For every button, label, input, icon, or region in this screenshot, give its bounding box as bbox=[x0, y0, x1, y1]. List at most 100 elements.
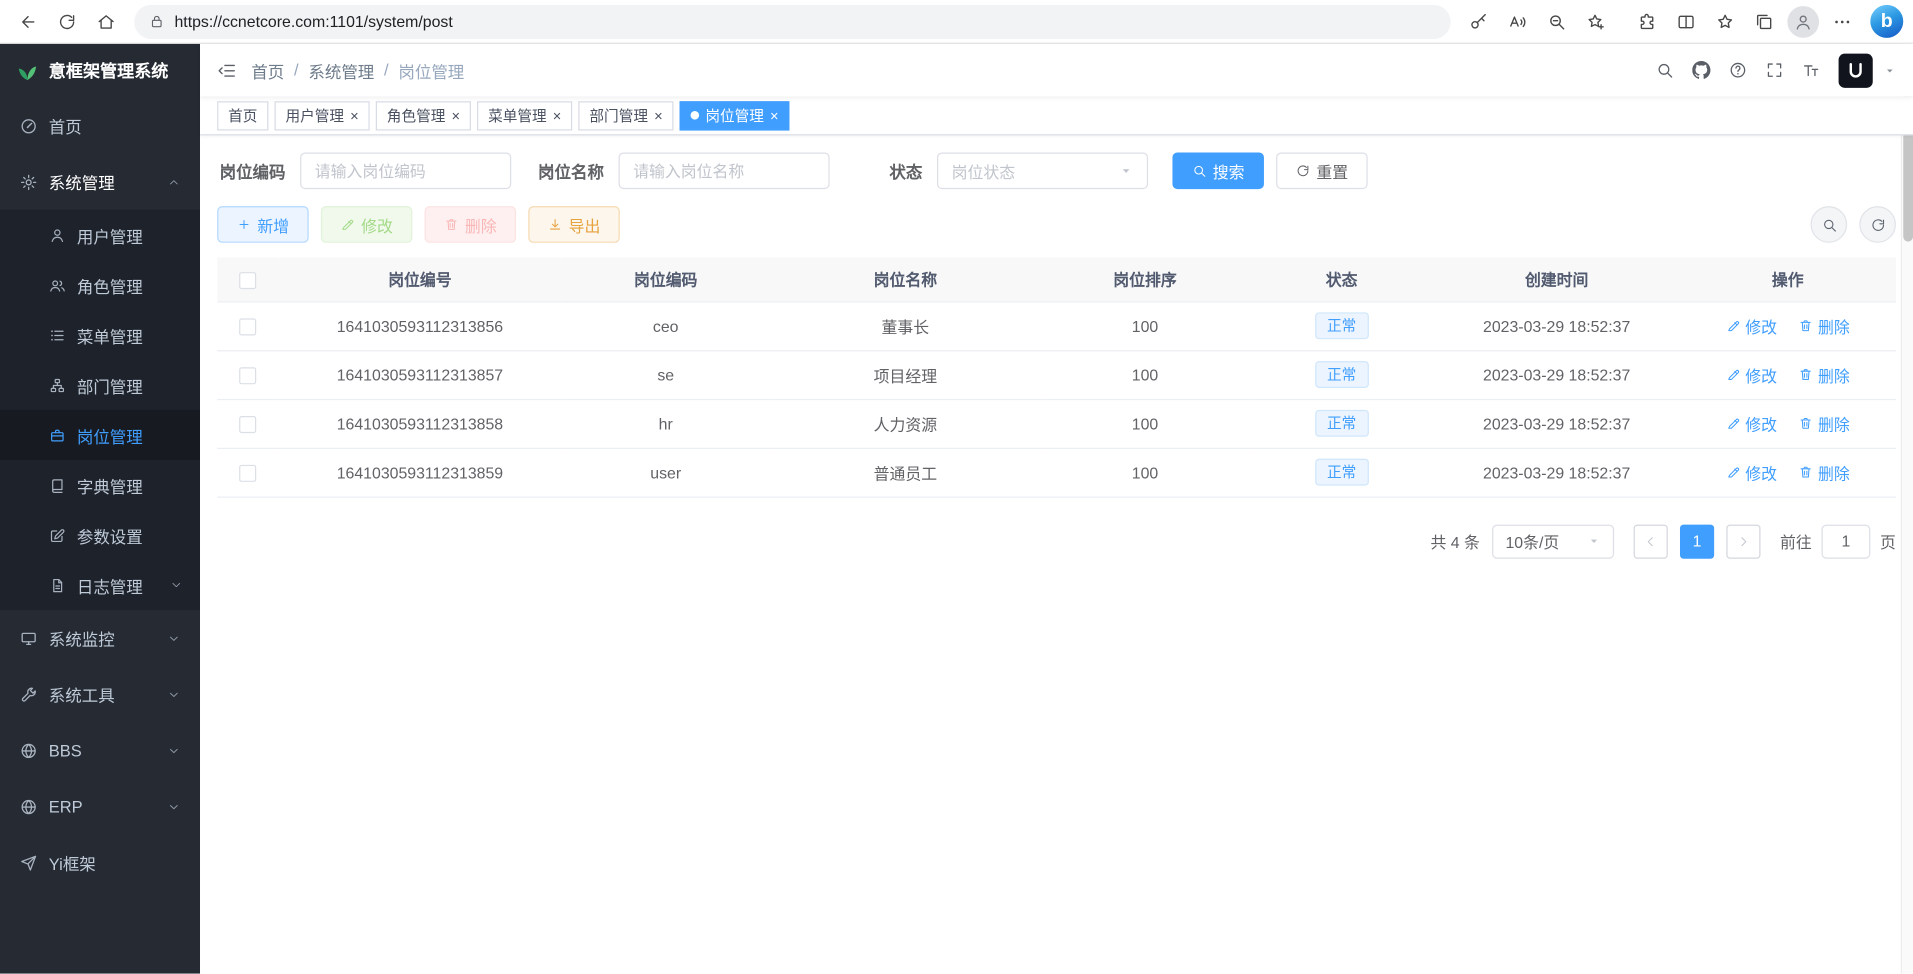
post-code-input[interactable] bbox=[300, 153, 511, 190]
add-button-label: 新增 bbox=[257, 213, 289, 236]
browser-refresh-button[interactable] bbox=[49, 3, 86, 40]
row-delete-label: 删除 bbox=[1818, 363, 1850, 386]
current-page-button[interactable]: 1 bbox=[1680, 524, 1714, 558]
tab-close-icon[interactable]: × bbox=[654, 108, 663, 123]
header-post-code: 岗位编码 bbox=[561, 257, 770, 301]
row-delete-label: 删除 bbox=[1818, 461, 1850, 484]
sidebar-item-user-management[interactable]: 用户管理 bbox=[0, 210, 200, 260]
sidebar-item-role-management[interactable]: 角色管理 bbox=[0, 260, 200, 310]
row-checkbox[interactable] bbox=[239, 367, 256, 384]
chevron-down-icon bbox=[167, 687, 180, 700]
reset-button[interactable]: 重置 bbox=[1276, 153, 1368, 190]
chevron-down-icon bbox=[167, 744, 180, 757]
sidebar-item-system-tools[interactable]: 系统工具 bbox=[0, 666, 200, 722]
app-logo[interactable]: 意框架管理系统 bbox=[0, 44, 200, 98]
user-avatar[interactable] bbox=[1839, 53, 1873, 87]
breadcrumb-system[interactable]: 系统管理 bbox=[308, 58, 374, 82]
header-fullscreen-button[interactable] bbox=[1765, 61, 1783, 79]
browser-collections-button[interactable] bbox=[1746, 3, 1783, 40]
browser-password-button[interactable] bbox=[1460, 3, 1497, 40]
row-delete-button[interactable]: 删除 bbox=[1798, 314, 1849, 337]
cell-post-name: 项目经理 bbox=[770, 350, 1040, 399]
breadcrumb-current: 岗位管理 bbox=[398, 58, 464, 82]
status-select[interactable]: 岗位状态 bbox=[937, 153, 1148, 190]
posts-table: 岗位编号 岗位编码 岗位名称 岗位排序 状态 创建时间 操作 16410305 bbox=[217, 257, 1896, 497]
page-size-select[interactable]: 10条/页 bbox=[1492, 524, 1614, 558]
row-edit-button[interactable]: 修改 bbox=[1726, 314, 1777, 337]
sidebar-item-system-monitor[interactable]: 系统监控 bbox=[0, 610, 200, 666]
browser-favorites-button[interactable] bbox=[1707, 3, 1744, 40]
sidebar-item-log-management[interactable]: 日志管理 bbox=[0, 560, 200, 610]
sidebar-toggle-button[interactable] bbox=[217, 60, 237, 80]
tab-dept-management[interactable]: 部门管理 × bbox=[578, 101, 673, 130]
row-edit-button[interactable]: 修改 bbox=[1726, 461, 1777, 484]
header-font-size-button[interactable] bbox=[1802, 61, 1820, 79]
header-post-name: 岗位名称 bbox=[770, 257, 1040, 301]
status-select-placeholder: 岗位状态 bbox=[952, 159, 1015, 182]
export-button[interactable]: 导出 bbox=[528, 206, 620, 243]
breadcrumb-home[interactable]: 首页 bbox=[251, 58, 284, 82]
goto-page-input[interactable] bbox=[1821, 524, 1870, 558]
browser-profile-button[interactable] bbox=[1787, 5, 1819, 37]
browser-read-aloud-button[interactable] bbox=[1499, 3, 1536, 40]
cell-post-name: 人力资源 bbox=[770, 399, 1040, 448]
browser-split-screen-button[interactable] bbox=[1668, 3, 1705, 40]
sidebar-item-home[interactable]: 首页 bbox=[0, 98, 200, 154]
browser-extensions-button[interactable] bbox=[1629, 3, 1666, 40]
prev-page-button[interactable] bbox=[1634, 524, 1668, 558]
sidebar-item-menu-management[interactable]: 菜单管理 bbox=[0, 310, 200, 360]
avatar-caret-icon[interactable] bbox=[1884, 64, 1896, 76]
tab-close-icon[interactable]: × bbox=[770, 108, 779, 123]
sidebar-item-dept-management[interactable]: 部门管理 bbox=[0, 360, 200, 410]
row-delete-button[interactable]: 删除 bbox=[1798, 363, 1849, 386]
row-delete-button[interactable]: 删除 bbox=[1798, 412, 1849, 435]
browser-zoom-button[interactable] bbox=[1538, 3, 1575, 40]
header-github-button[interactable] bbox=[1692, 61, 1710, 79]
search-button[interactable]: 搜索 bbox=[1172, 153, 1264, 190]
row-checkbox[interactable] bbox=[239, 318, 256, 335]
select-all-checkbox[interactable] bbox=[239, 271, 256, 288]
add-button[interactable]: 新增 bbox=[217, 206, 309, 243]
toggle-search-button[interactable] bbox=[1811, 206, 1848, 243]
tab-menu-management[interactable]: 菜单管理 × bbox=[477, 101, 572, 130]
tab-post-management[interactable]: 岗位管理 × bbox=[680, 101, 790, 130]
address-bar[interactable]: https://ccnetcore.com:1101/system/post bbox=[134, 4, 1450, 38]
sidebar-item-yi-framework[interactable]: Yi框架 bbox=[0, 835, 200, 891]
row-checkbox[interactable] bbox=[239, 465, 256, 482]
row-delete-button[interactable]: 删除 bbox=[1798, 461, 1849, 484]
tab-close-icon[interactable]: × bbox=[451, 108, 460, 123]
edit-button[interactable]: 修改 bbox=[321, 206, 413, 243]
header-help-button[interactable] bbox=[1729, 61, 1747, 79]
tab-role-management[interactable]: 角色管理 × bbox=[376, 101, 471, 130]
row-checkbox[interactable] bbox=[239, 416, 256, 433]
next-page-button[interactable] bbox=[1726, 524, 1760, 558]
goto-label: 前往 bbox=[1780, 529, 1812, 552]
cell-post-id: 1641030593112313858 bbox=[279, 399, 562, 448]
tab-home[interactable]: 首页 bbox=[217, 101, 268, 130]
tab-close-icon[interactable]: × bbox=[553, 108, 562, 123]
menu-label: 系统管理 bbox=[49, 170, 115, 194]
browser-add-favorite-button[interactable] bbox=[1577, 3, 1614, 40]
browser-more-button[interactable] bbox=[1824, 3, 1861, 40]
sidebar-item-bbs[interactable]: BBS bbox=[0, 722, 200, 778]
header-search-button[interactable] bbox=[1656, 61, 1674, 79]
delete-button[interactable]: 删除 bbox=[425, 206, 517, 243]
tab-close-icon[interactable]: × bbox=[350, 108, 359, 123]
sidebar-item-erp[interactable]: ERP bbox=[0, 778, 200, 834]
sidebar-item-dict-management[interactable]: 字典管理 bbox=[0, 460, 200, 510]
sidebar-item-system-management[interactable]: 系统管理 bbox=[0, 154, 200, 210]
cell-post-sort: 100 bbox=[1041, 399, 1250, 448]
bing-icon[interactable]: b bbox=[1870, 5, 1903, 38]
table-header-row: 岗位编号 岗位编码 岗位名称 岗位排序 状态 创建时间 操作 bbox=[217, 257, 1896, 301]
post-name-input[interactable] bbox=[619, 153, 830, 190]
browser-back-button[interactable] bbox=[10, 3, 47, 40]
browser-home-button[interactable] bbox=[88, 3, 125, 40]
tab-user-management[interactable]: 用户管理 × bbox=[275, 101, 370, 130]
row-edit-button[interactable]: 修改 bbox=[1726, 363, 1777, 386]
page-scrollbar[interactable] bbox=[1901, 44, 1913, 974]
row-edit-button[interactable]: 修改 bbox=[1726, 412, 1777, 435]
sidebar-item-param-settings[interactable]: 参数设置 bbox=[0, 510, 200, 560]
refresh-table-button[interactable] bbox=[1859, 206, 1896, 243]
sidebar-item-post-management[interactable]: 岗位管理 bbox=[0, 410, 200, 460]
zoom-icon bbox=[1547, 12, 1567, 32]
